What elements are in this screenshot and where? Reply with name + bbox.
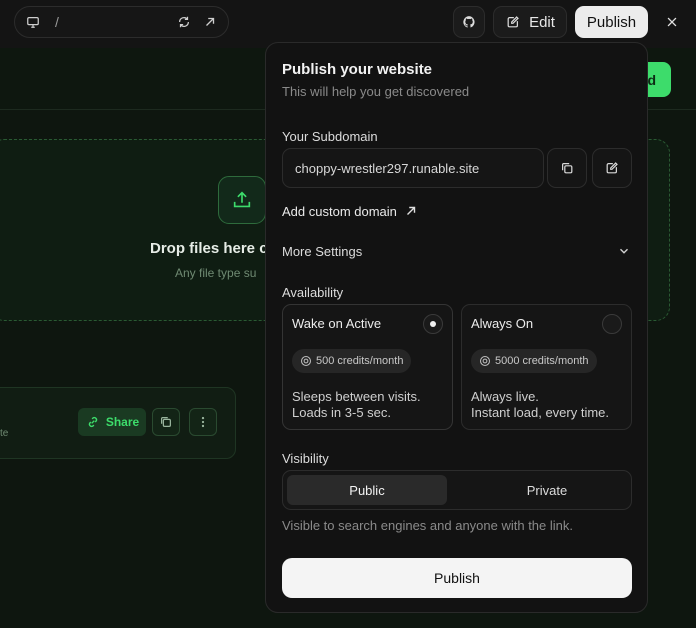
option-always-on[interactable]: Always On 5000 credits/month Always live… <box>461 304 632 430</box>
option-description: Always live. Instant load, every time. <box>471 389 609 421</box>
option-desc-line: Sleeps between visits. <box>292 389 421 404</box>
panel-title: Publish your website <box>282 61 433 78</box>
external-link-icon[interactable] <box>202 14 218 30</box>
more-settings-label: More Settings <box>282 243 363 259</box>
edit-label: Edit <box>529 13 555 31</box>
github-button[interactable] <box>453 6 485 38</box>
visibility-toggle: Public Private <box>282 470 632 510</box>
edit-icon <box>604 160 620 176</box>
copy-subdomain-button[interactable] <box>547 148 587 188</box>
coin-icon <box>300 355 312 367</box>
chevron-down-icon <box>616 243 632 259</box>
arrow-up-right-icon <box>403 203 419 219</box>
option-desc-line: Loads in 3-5 sec. <box>292 405 392 420</box>
visibility-private-option[interactable]: Private <box>467 475 627 505</box>
subdomain-label: Your Subdomain <box>282 129 378 144</box>
visibility-label: Visibility <box>282 451 329 466</box>
more-vertical-icon <box>195 414 211 430</box>
edit-icon <box>505 14 521 30</box>
credits-label: 5000 credits/month <box>495 355 589 367</box>
radio-button[interactable] <box>423 314 443 334</box>
edit-button[interactable]: Edit <box>493 6 567 38</box>
more-settings-toggle[interactable]: More Settings <box>282 243 632 259</box>
credits-badge: 500 credits/month <box>292 349 412 373</box>
panel-subtitle: This will help you get discovered <box>282 84 470 99</box>
refresh-icon[interactable] <box>176 14 192 30</box>
dropzone-title: Drop files here c <box>150 240 268 257</box>
more-options-button[interactable] <box>189 408 217 436</box>
option-wake-on-active[interactable]: Wake on Active 500 credits/month Sleeps … <box>282 304 453 430</box>
custom-domain-label: Add custom domain <box>282 203 397 219</box>
option-description: Sleeps between visits. Loads in 3-5 sec. <box>292 389 421 421</box>
file-card-text: te <box>0 428 9 439</box>
credits-label: 500 credits/month <box>316 355 404 367</box>
visibility-public-option[interactable]: Public <box>287 475 447 505</box>
option-title: Wake on Active <box>292 316 382 331</box>
monitor-icon[interactable] <box>25 14 41 30</box>
copy-icon <box>559 160 575 176</box>
add-custom-domain-link[interactable]: Add custom domain <box>282 203 419 219</box>
copy-button[interactable] <box>152 408 180 436</box>
coin-icon <box>479 355 491 367</box>
link-icon <box>85 414 101 430</box>
availability-label: Availability <box>282 285 344 300</box>
option-desc-line: Instant load, every time. <box>471 405 610 420</box>
github-icon <box>461 14 477 30</box>
share-label: Share <box>105 415 140 429</box>
upload-icon <box>218 176 266 224</box>
close-icon[interactable] <box>662 12 682 32</box>
share-button[interactable]: Share <box>78 408 146 436</box>
publish-panel: Publish your website This will help you … <box>265 42 648 613</box>
address-path[interactable]: / <box>55 14 176 30</box>
option-title: Always On <box>471 316 534 331</box>
copy-icon <box>158 414 174 430</box>
option-desc-line: Always live. <box>471 389 539 404</box>
publish-top-button[interactable]: Publish <box>575 6 648 38</box>
radio-button[interactable] <box>602 314 622 334</box>
address-bar[interactable]: / <box>14 6 229 38</box>
publish-button[interactable]: Publish <box>282 558 632 598</box>
visibility-note: Visible to search engines and anyone wit… <box>282 518 574 533</box>
top-bar: / Edit Publish <box>0 0 696 48</box>
dropzone-subtitle: Any file type su <box>175 266 257 280</box>
edit-subdomain-button[interactable] <box>592 148 632 188</box>
subdomain-field[interactable]: choppy-wrestler297.runable.site <box>282 148 544 188</box>
credits-badge: 5000 credits/month <box>471 349 597 373</box>
